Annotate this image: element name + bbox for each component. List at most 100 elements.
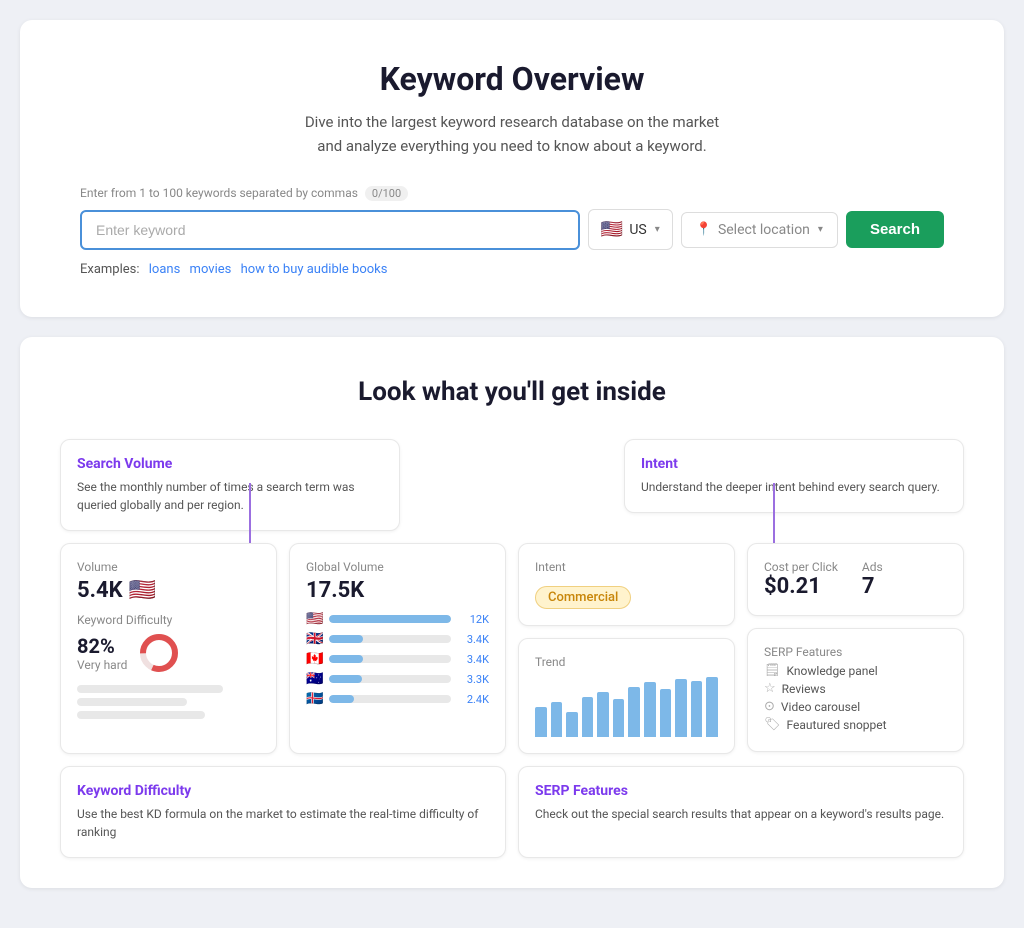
serp-label: SERP Features [764, 645, 947, 659]
example-link-loans[interactable]: loans [149, 262, 181, 277]
serp-item-featured: 🏷 Feautured snoppet [764, 717, 947, 732]
country-bars: 🇺🇸 12K 🇬🇧 3.4K 🇨🇦 3.4K 🇦🇺 [306, 611, 489, 707]
trend-bar [535, 707, 547, 737]
us-flag-icon: 🇺🇸 [601, 219, 623, 240]
commercial-badge: Commercial [535, 578, 718, 609]
tooltip-serp: SERP Features Check out the special sear… [518, 766, 964, 858]
tooltip-kd-text: Use the best KD formula on the market to… [77, 805, 489, 841]
flag-us: 🇺🇸 [306, 611, 323, 627]
volume-kd-card: Volume 5.4K 🇺🇸 Keyword Difficulty 82% Ve… [60, 543, 277, 754]
trend-bars [535, 677, 718, 737]
trend-bar [675, 679, 687, 737]
keyword-count-label: Enter from 1 to 100 keywords separated b… [80, 186, 944, 201]
keyword-count-badge: 0/100 [365, 186, 408, 201]
data-preview-grid: Volume 5.4K 🇺🇸 Keyword Difficulty 82% Ve… [60, 543, 964, 754]
location-pin-icon: 📍 [696, 222, 712, 237]
cpc-item: Cost per Click $0.21 [764, 560, 838, 599]
kd-value: 82% [77, 634, 127, 658]
trend-bar [628, 687, 640, 737]
tooltip-serp-text: Check out the special search results tha… [535, 805, 947, 823]
country-select[interactable]: 🇺🇸 US ▾ [588, 209, 673, 250]
page-title: Keyword Overview [80, 60, 944, 98]
tooltip-intent-title: Intent [641, 456, 947, 472]
skeleton-line [77, 685, 223, 693]
ads-item: Ads 7 [862, 560, 883, 599]
trend-bar [644, 682, 656, 737]
cpc-label: Cost per Click [764, 560, 838, 574]
flag-is: 🇮🇸 [306, 691, 323, 707]
trend-bar [566, 712, 578, 737]
intent-trend-col: Intent Commercial Trend [518, 543, 735, 754]
trend-bar [706, 677, 718, 737]
preview-card: Look what you'll get inside Search Volum… [20, 337, 1004, 888]
location-select[interactable]: 📍 Select location ▾ [681, 212, 838, 248]
volume-label: Volume [77, 560, 260, 574]
snippet-icon: 🏷 [764, 717, 781, 732]
skeleton-lines [77, 685, 260, 719]
example-link-audible[interactable]: how to buy audible books [241, 262, 388, 277]
intent-card: Intent Commercial [518, 543, 735, 626]
chevron-down-icon: ▾ [655, 224, 660, 235]
hero-card: Keyword Overview Dive into the largest k… [20, 20, 1004, 317]
kd-donut-row: 82% Very hard [77, 631, 260, 675]
country-code-label: US [629, 222, 646, 238]
tooltip-serp-title: SERP Features [535, 783, 947, 799]
tooltip-search-volume: Search Volume See the monthly number of … [60, 439, 400, 531]
trend-bar [597, 692, 609, 737]
serp-item-video: ⊙ Video carousel [764, 699, 947, 714]
trend-bar [660, 689, 672, 737]
global-vol-value: 17.5K [306, 578, 489, 603]
flag-au: 🇦🇺 [306, 671, 323, 687]
cpc-serp-col: Cost per Click $0.21 Ads 7 SERP Features… [747, 543, 964, 754]
global-vol-label: Global Volume [306, 560, 489, 574]
knowledge-icon: 🗒 [764, 663, 781, 678]
intent-label: Intent [535, 560, 718, 574]
bar-row-gb: 🇬🇧 3.4K [306, 631, 489, 647]
trend-bar [691, 681, 703, 737]
kd-sub: Very hard [77, 658, 127, 672]
section-title: Look what you'll get inside [60, 377, 964, 407]
skeleton-line [77, 698, 187, 706]
trend-label: Trend [535, 655, 718, 669]
serp-item-reviews: ☆ Reviews [764, 681, 947, 696]
search-row: 🇺🇸 US ▾ 📍 Select location ▾ Search [80, 209, 944, 250]
example-link-movies[interactable]: movies [190, 262, 232, 277]
serp-item-knowledge: 🗒 Knowledge panel [764, 663, 947, 678]
tooltip-kd-title: Keyword Difficulty [77, 783, 489, 799]
location-placeholder-label: Select location [718, 222, 810, 238]
tooltip-sv-title: Search Volume [77, 456, 383, 472]
trend-bar [551, 702, 563, 737]
bar-row-us: 🇺🇸 12K [306, 611, 489, 627]
tooltip-intent-text: Understand the deeper intent behind ever… [641, 478, 947, 496]
cpc-card: Cost per Click $0.21 Ads 7 [747, 543, 964, 616]
cpc-value: $0.21 [764, 574, 838, 599]
examples-label: Examples: [80, 262, 140, 277]
cpc-row: Cost per Click $0.21 Ads 7 [764, 560, 947, 599]
bar-row-is: 🇮🇸 2.4K [306, 691, 489, 707]
global-volume-card: Global Volume 17.5K 🇺🇸 12K 🇬🇧 3.4K 🇨🇦 3.… [289, 543, 506, 754]
tooltip-sv-text: See the monthly number of times a search… [77, 478, 383, 514]
ads-value: 7 [862, 574, 883, 599]
trend-bar [613, 699, 625, 737]
bar-row-au: 🇦🇺 3.3K [306, 671, 489, 687]
bar-row-ca: 🇨🇦 3.4K [306, 651, 489, 667]
top-tooltips-row: Search Volume See the monthly number of … [60, 439, 964, 531]
volume-value: 5.4K 🇺🇸 [77, 578, 260, 603]
chevron-down-icon-2: ▾ [818, 224, 823, 235]
serp-features-card: SERP Features 🗒 Knowledge panel ☆ Review… [747, 628, 964, 752]
flag-ca: 🇨🇦 [306, 651, 323, 667]
tooltip-kd: Keyword Difficulty Use the best KD formu… [60, 766, 506, 858]
kd-label: Keyword Difficulty [77, 613, 260, 627]
kd-donut-chart [137, 631, 181, 675]
skeleton-line [77, 711, 205, 719]
trend-card: Trend [518, 638, 735, 754]
ads-label: Ads [862, 560, 883, 574]
search-button[interactable]: Search [846, 211, 944, 248]
video-icon: ⊙ [764, 699, 775, 714]
flag-gb: 🇬🇧 [306, 631, 323, 647]
keyword-input[interactable] [80, 210, 580, 250]
bottom-tooltips-row: Keyword Difficulty Use the best KD formu… [60, 766, 964, 858]
hero-subtitle: Dive into the largest keyword research d… [80, 110, 944, 158]
trend-bar [582, 697, 594, 737]
us-flag-small: 🇺🇸 [129, 578, 156, 603]
